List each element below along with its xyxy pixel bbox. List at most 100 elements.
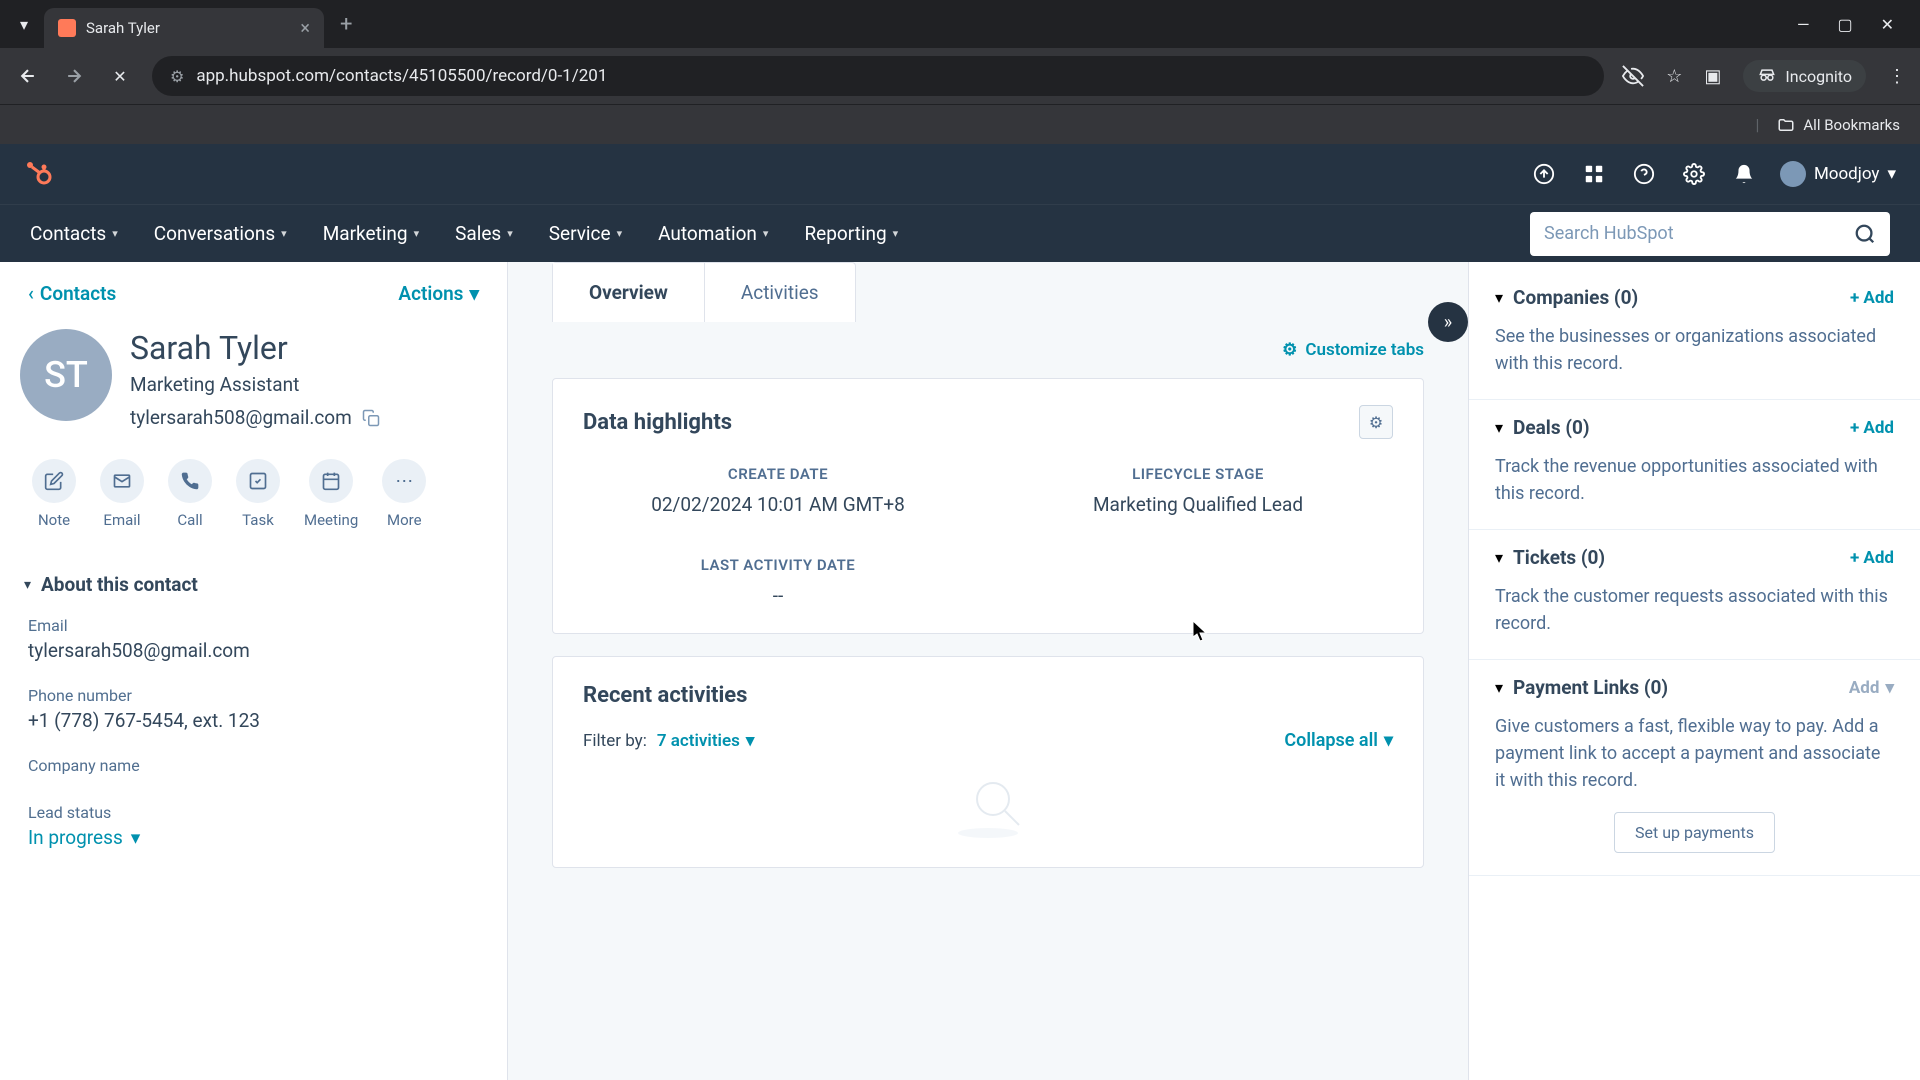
minimize-icon[interactable]: — [1797,15,1810,34]
customize-tabs-link[interactable]: ⚙ Customize tabs [1282,340,1424,360]
add-payment-link-button[interactable]: Add ▾ [1849,678,1894,698]
more-button[interactable]: ⋯More [382,459,426,529]
nav-marketing[interactable]: Marketing [323,222,419,245]
tab-title: Sarah Tyler [86,19,290,37]
notifications-icon[interactable] [1730,160,1758,188]
marketplace-icon[interactable] [1580,160,1608,188]
nav-contacts[interactable]: Contacts [30,222,118,245]
site-info-icon[interactable]: ⚙ [170,67,184,86]
lead-status-label: Lead status [28,803,479,822]
phone-field-label: Phone number [28,686,479,705]
highlights-settings-button[interactable]: ⚙ [1359,405,1393,439]
settings-icon[interactable] [1680,160,1708,188]
chevron-down-icon: ▾ [1495,418,1503,437]
email-field-label: Email [28,616,479,635]
lead-status-dropdown[interactable]: In progress ▾ [28,826,479,849]
email-icon [100,459,144,503]
hubspot-logo-icon[interactable] [24,159,54,189]
setup-payments-button[interactable]: Set up payments [1614,812,1775,853]
avatar-icon [1780,161,1806,187]
side-panel-icon[interactable]: ▣ [1704,66,1721,87]
chevron-down-icon: ▾ [131,826,141,849]
user-name: Moodjoy [1814,164,1880,184]
contact-role: Marketing Assistant [130,373,380,396]
tab-activities[interactable]: Activities [705,263,855,322]
deals-section-toggle[interactable]: ▾ Deals (0) [1495,416,1590,439]
browser-tab[interactable]: Sarah Tyler × [44,8,324,48]
data-highlights-title: Data highlights [583,410,732,435]
chevron-down-icon: ▾ [1384,730,1393,751]
task-button[interactable]: Task [236,459,280,529]
bookmark-star-icon[interactable]: ☆ [1666,66,1682,87]
add-ticket-button[interactable]: + Add [1850,548,1894,568]
chevron-down-icon: ▾ [1495,548,1503,567]
browser-menu-icon[interactable]: ⋮ [1888,66,1906,87]
gear-icon: ⚙ [1282,340,1297,360]
companies-description: See the businesses or organizations asso… [1495,323,1894,377]
chevron-down-icon: ▾ [1885,678,1894,698]
folder-icon [1777,116,1795,134]
back-button[interactable] [14,62,42,90]
nav-conversations[interactable]: Conversations [154,222,287,245]
recent-activities-title: Recent activities [583,683,1393,708]
last-activity-value: -- [583,584,973,607]
add-company-button[interactable]: + Add [1850,288,1894,308]
chevron-down-icon: ▾ [24,577,31,593]
call-button[interactable]: Call [168,459,212,529]
payment-links-section-toggle[interactable]: ▾ Payment Links (0) [1495,676,1668,699]
create-date-label: CREATE DATE [583,465,973,483]
chevron-left-icon: ‹ [28,282,34,305]
phone-field-value[interactable]: +1 (778) 767-5454, ext. 123 [28,709,479,732]
email-field-value[interactable]: tylersarah508@gmail.com [28,639,479,662]
global-search[interactable] [1530,212,1890,256]
email-button[interactable]: Email [100,459,144,529]
note-button[interactable]: Note [32,459,76,529]
tab-overview[interactable]: Overview [553,263,705,322]
nav-sales[interactable]: Sales [455,222,513,245]
new-tab-button[interactable]: + [328,12,364,37]
add-deal-button[interactable]: + Add [1850,418,1894,438]
empty-state-illustration [583,751,1393,841]
eye-off-icon[interactable] [1622,65,1644,87]
chevron-down-icon: ▾ [1495,678,1503,697]
back-to-contacts-link[interactable]: ‹ Contacts [28,282,116,305]
phone-icon [168,459,212,503]
search-input[interactable] [1544,223,1854,244]
lifecycle-label: LIFECYCLE STAGE [1003,465,1393,483]
more-icon: ⋯ [382,459,426,503]
task-icon [236,459,280,503]
tickets-section-toggle[interactable]: ▾ Tickets (0) [1495,546,1605,569]
companies-section-toggle[interactable]: ▾ Companies (0) [1495,286,1638,309]
maximize-icon[interactable]: ▢ [1837,15,1852,34]
about-section-header[interactable]: ▾ About this contact [0,557,507,608]
address-bar[interactable]: ⚙ app.hubspot.com/contacts/45105500/reco… [152,56,1604,96]
upgrade-icon[interactable] [1530,160,1558,188]
tab-favicon-icon [58,19,76,37]
search-icon[interactable] [1854,223,1876,245]
meeting-button[interactable]: Meeting [304,459,358,529]
collapse-sidebar-button[interactable]: » [1428,302,1468,342]
contact-email: tylersarah508@gmail.com [130,406,352,429]
tab-list-dropdown[interactable]: ▾ [8,8,40,40]
nav-automation[interactable]: Automation [658,222,768,245]
copy-email-icon[interactable] [362,409,380,427]
filter-activities-dropdown[interactable]: 7 activities ▾ [657,731,755,751]
close-tab-icon[interactable]: × [300,18,310,39]
collapse-all-button[interactable]: Collapse all ▾ [1284,730,1393,751]
url-text: app.hubspot.com/contacts/45105500/record… [196,66,607,86]
chevron-down-icon: ▾ [1495,288,1503,307]
nav-reporting[interactable]: Reporting [804,222,898,245]
close-window-icon[interactable]: ✕ [1881,15,1894,34]
user-menu[interactable]: Moodjoy ▾ [1780,161,1896,187]
deals-description: Track the revenue opportunities associat… [1495,453,1894,507]
forward-button[interactable] [60,62,88,90]
help-icon[interactable] [1630,160,1658,188]
contact-avatar: ST [20,329,112,421]
stop-reload-button[interactable]: ✕ [106,62,134,90]
contact-name: Sarah Tyler [130,329,380,367]
actions-dropdown[interactable]: Actions ▾ [398,282,479,305]
calendar-icon [309,459,353,503]
all-bookmarks-button[interactable]: All Bookmarks [1777,116,1900,134]
nav-service[interactable]: Service [549,222,622,245]
incognito-badge[interactable]: Incognito [1743,60,1866,92]
